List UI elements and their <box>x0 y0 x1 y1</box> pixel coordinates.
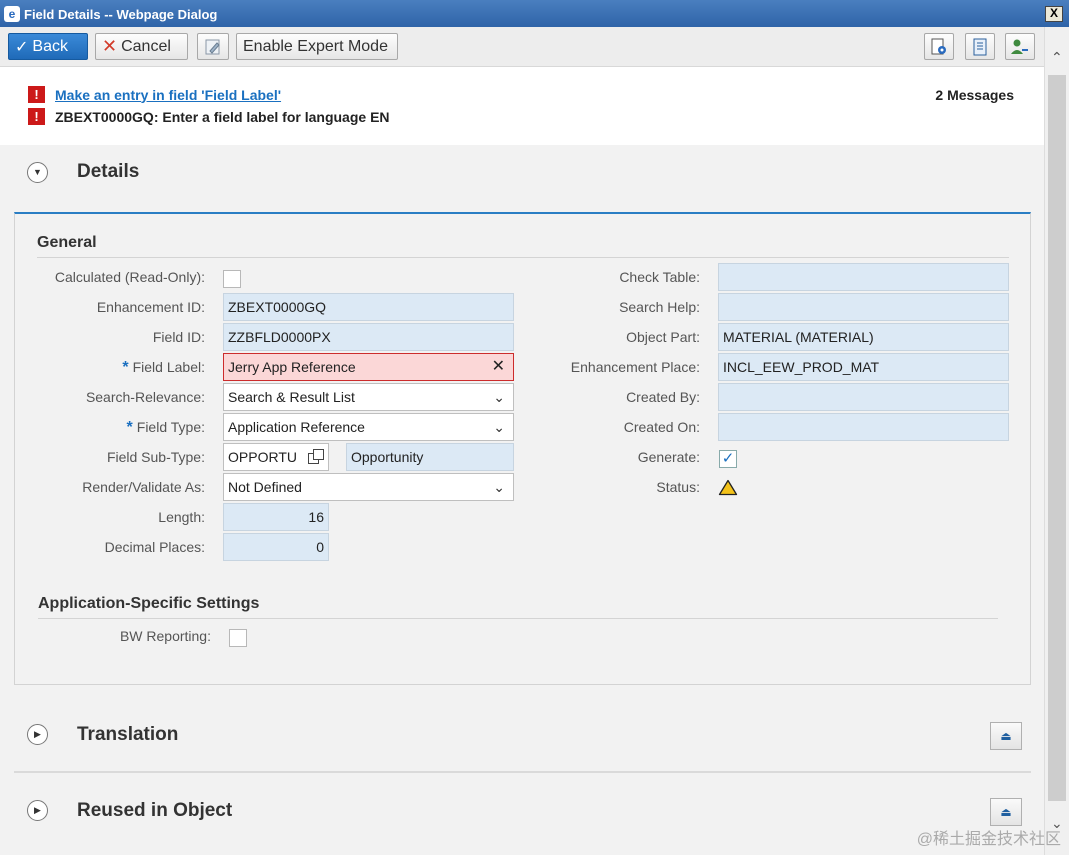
expand-toggle-icon[interactable]: ▼ <box>27 162 48 183</box>
sub-type-description: Opportunity <box>346 443 514 471</box>
calculated-label: Calculated (Read-Only): <box>54 269 205 285</box>
section-separator <box>14 771 1031 773</box>
field-id-field[interactable]: ZZBFLD0000PX <box>223 323 514 351</box>
bw-reporting-label: BW Reporting: <box>119 628 211 644</box>
app-settings-title: Application-Specific Settings <box>38 595 260 612</box>
render-validate-label: Render/Validate As: <box>82 479 205 495</box>
user-key-icon <box>1011 39 1028 54</box>
edit-button[interactable] <box>197 33 229 60</box>
field-type-select[interactable]: Application Reference ⌄ <box>223 413 514 441</box>
created-on-field[interactable] <box>718 413 1009 441</box>
translation-title: Translation <box>77 724 179 745</box>
ie-app-icon: e <box>4 6 20 22</box>
search-help-field[interactable] <box>718 293 1009 321</box>
enhancement-place-field[interactable]: INCL_EEW_PROD_MAT <box>718 353 1009 381</box>
edit-pencil-icon <box>205 39 220 54</box>
expert-mode-label: Enable Expert Mode <box>243 37 388 55</box>
message-item-2: ! ZBEXT0000GQ: Enter a field label for l… <box>28 108 390 125</box>
cancel-button[interactable]: ✕ Cancel <box>95 33 188 60</box>
render-validate-value: Not Defined <box>228 479 302 495</box>
created-by-label: Created By: <box>626 389 700 405</box>
collapse-icon[interactable]: ⏏ <box>990 722 1022 750</box>
error-icon: ! <box>28 108 45 125</box>
vertical-scrollbar[interactable]: ⌃ ⌄ <box>1044 27 1069 855</box>
warning-icon <box>718 479 738 496</box>
created-on-label: Created On: <box>623 419 700 435</box>
required-marker: * <box>126 419 133 436</box>
field-label-input[interactable]: Jerry App Reference ✕ <box>223 353 514 381</box>
back-button-label: Back <box>32 37 68 55</box>
details-title: Details <box>77 161 140 182</box>
details-section-header[interactable]: ▼ Details <box>0 145 1044 205</box>
enhancement-id-field[interactable]: ZBEXT0000GQ <box>223 293 514 321</box>
field-label-value: Jerry App Reference <box>228 359 356 375</box>
sub-type-label: Field Sub-Type: <box>106 449 205 465</box>
field-label-label-text: Field Label: <box>132 359 205 375</box>
render-validate-select[interactable]: Not Defined ⌄ <box>223 473 514 501</box>
group-divider <box>37 257 1009 258</box>
collapsed-toggle-icon[interactable]: ▶ <box>27 724 48 745</box>
calculated-checkbox[interactable] <box>223 270 241 288</box>
search-help-label: Search Help: <box>619 299 700 315</box>
field-label-label: * Field Label: <box>15 359 205 377</box>
field-id-label: Field ID: <box>152 329 205 345</box>
settings-page-icon <box>931 38 946 54</box>
scrollbar-thumb[interactable] <box>1048 75 1066 801</box>
error-icon: ! <box>28 86 45 103</box>
reused-section-header[interactable]: ▶ Reused in Object ⏏ <box>0 783 1044 847</box>
personalize-button[interactable] <box>924 33 954 60</box>
generate-label: Generate: <box>637 449 700 465</box>
enhancement-id-label: Enhancement ID: <box>96 299 205 315</box>
document-button[interactable] <box>965 33 995 60</box>
toolbar: ✓ Back ✕ Cancel Enable Expert Mode <box>0 27 1044 67</box>
check-table-field[interactable] <box>718 263 1009 291</box>
message-count: 2 Messages <box>935 87 1014 103</box>
check-table-label: Check Table: <box>619 269 700 285</box>
back-button[interactable]: ✓ Back <box>8 33 88 60</box>
search-relevance-select[interactable]: Search & Result List ⌄ <box>223 383 514 411</box>
sub-type-value: OPPORTU <box>228 449 297 465</box>
length-label: Length: <box>158 509 205 525</box>
watermark-text: @稀土掘金技术社区 <box>916 831 1061 848</box>
translation-section-header[interactable]: ▶ Translation ⏏ <box>0 707 1044 771</box>
created-by-field[interactable] <box>718 383 1009 411</box>
length-field[interactable]: 16 <box>223 503 329 531</box>
document-list-icon <box>973 38 987 55</box>
reused-title: Reused in Object <box>77 800 233 821</box>
cancel-button-label: Cancel <box>121 37 171 55</box>
bw-reporting-checkbox[interactable] <box>229 629 247 647</box>
value-help-icon[interactable] <box>307 448 325 466</box>
field-type-value: Application Reference <box>228 419 365 435</box>
field-type-label: * Field Type: <box>15 419 205 437</box>
status-label: Status: <box>656 479 700 495</box>
enable-expert-mode-button[interactable]: Enable Expert Mode <box>236 33 398 60</box>
decimal-places-field[interactable]: 0 <box>223 533 329 561</box>
window-title: Field Details -- Webpage Dialog <box>24 7 218 22</box>
user-settings-button[interactable] <box>1005 33 1035 60</box>
search-relevance-value: Search & Result List <box>228 389 355 405</box>
message-area: ! Make an entry in field 'Field Label' !… <box>0 67 1044 145</box>
message-item-1: ! Make an entry in field 'Field Label' <box>28 86 281 103</box>
checkmark-icon: ✓ <box>15 38 29 56</box>
object-part-field[interactable]: MATERIAL (MATERIAL) <box>718 323 1009 351</box>
field-type-label-text: Field Type: <box>136 419 205 435</box>
dialog-content: ! Make an entry in field 'Field Label' !… <box>0 67 1044 855</box>
cancel-x-icon: ✕ <box>102 36 118 56</box>
object-part-label: Object Part: <box>626 329 700 345</box>
details-panel: General Calculated (Read-Only): Enhancem… <box>14 212 1031 685</box>
collapse-icon[interactable]: ⏏ <box>990 798 1022 826</box>
required-marker: * <box>122 359 129 376</box>
message-text: ZBEXT0000GQ: Enter a field label for lan… <box>55 108 390 125</box>
window-close-button[interactable]: X <box>1045 6 1063 22</box>
generate-checkbox[interactable]: ✓ <box>719 450 737 468</box>
enhancement-place-label: Enhancement Place: <box>570 359 700 375</box>
general-group-title: General <box>37 234 97 251</box>
group-divider <box>38 618 998 619</box>
decimal-places-label: Decimal Places: <box>104 539 205 555</box>
search-relevance-label: Search-Relevance: <box>85 389 205 405</box>
scroll-up-icon[interactable]: ⌃ <box>1051 49 1063 66</box>
collapsed-toggle-icon[interactable]: ▶ <box>27 800 48 821</box>
message-link[interactable]: Make an entry in field 'Field Label' <box>55 87 281 103</box>
window-title-bar: e Field Details -- Webpage Dialog X <box>0 0 1069 27</box>
